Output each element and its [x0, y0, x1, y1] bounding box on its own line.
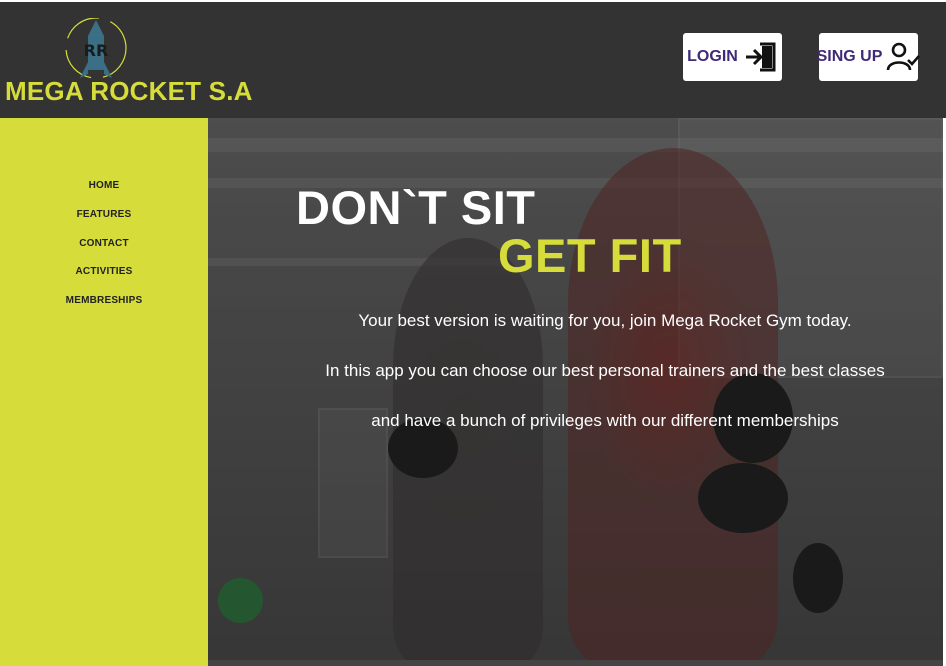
sidebar-item-memberships[interactable]: MEMBRESHIPS [0, 293, 208, 322]
sidebar: HOME FEATURES CONTACT ACTIVITIES MEMBRES… [0, 118, 208, 666]
sidebar-nav: HOME FEATURES CONTACT ACTIVITIES MEMBRES… [0, 178, 208, 322]
top-header: RR MEGA ROCKET S.A LOGIN SING UP [0, 2, 946, 118]
bottom-divider [208, 660, 946, 666]
user-check-icon [886, 40, 921, 74]
sidebar-item-contact[interactable]: CONTACT [0, 236, 208, 265]
signup-button[interactable]: SING UP [816, 33, 921, 81]
rocket-logo-icon: RR [62, 17, 130, 82]
brand-name: MEGA ROCKET S.A [5, 76, 253, 106]
signup-label: SING UP [816, 48, 883, 65]
login-arrow-door-icon [744, 40, 778, 74]
sidebar-item-features[interactable]: FEATURES [0, 207, 208, 236]
login-button[interactable]: LOGIN [683, 33, 782, 81]
sidebar-item-activities[interactable]: ACTIVITIES [0, 264, 208, 293]
login-label: LOGIN [687, 48, 738, 65]
hero-paragraph: Your best version is waiting for you, jo… [358, 311, 852, 330]
sidebar-item-home[interactable]: HOME [0, 178, 208, 207]
hero-paragraph: In this app you can choose our best pers… [325, 361, 885, 430]
hero-banner: DON`T SIT GET FIT Your best version is w… [208, 118, 943, 660]
svg-text:RR: RR [84, 41, 109, 60]
page: RR MEGA ROCKET S.A LOGIN SING UP HOME FE… [0, 0, 946, 666]
hero-subtitle: GET FIT [498, 229, 682, 282]
hero-title: DON`T SIT [296, 181, 536, 234]
hero-description: Your best version is waiting for you, jo… [320, 296, 890, 446]
